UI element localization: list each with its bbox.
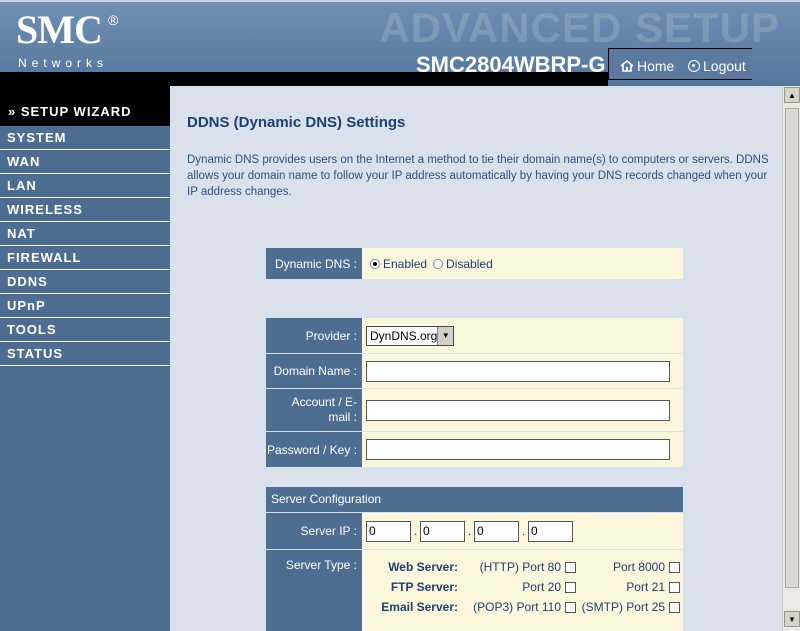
home-icon: [620, 59, 634, 72]
account-input[interactable]: [366, 399, 670, 421]
ftp-server-label: FTP Server:: [390, 580, 458, 594]
model-name: SMC2804WBRP-G: [416, 52, 606, 77]
server-ip-row: Server IP : . . .: [266, 513, 683, 549]
web-port-a: (HTTP) Port 80: [458, 560, 576, 574]
provider-cell: DynDNS.org ▼: [362, 318, 683, 353]
sidebar-item-setup-wizard[interactable]: » SETUP WIZARD: [0, 86, 170, 126]
home-label: Home: [637, 58, 675, 74]
email-port-b-label: (SMTP) Port 25: [581, 600, 665, 614]
sidebar-item-firewall[interactable]: FIREWALL: [0, 246, 170, 270]
ftp-port-a-checkbox[interactable]: [565, 581, 576, 593]
disabled-label: Disabled: [446, 256, 493, 271]
server-config-header: Server Configuration: [266, 487, 683, 512]
web-port-b-label: Port 8000: [612, 560, 665, 574]
domain-label: Domain Name :: [266, 354, 362, 388]
advanced-setup-banner: ADVANCED SETUP: [379, 4, 780, 51]
web-server-label: Web Server:: [388, 560, 458, 574]
account-label-line-1: Account / E-: [291, 395, 357, 409]
chevron-down-icon: ▼: [437, 326, 453, 345]
password-cell: [362, 432, 683, 467]
server-type-row: Server Type : Web Server: (HTTP) Port 80…: [266, 549, 683, 631]
sidebar-item-upnp[interactable]: UPnP: [0, 294, 170, 318]
provider-select[interactable]: DynDNS.org ▼: [366, 325, 454, 346]
web-port-a-checkbox[interactable]: [565, 561, 576, 573]
disabled-radio[interactable]: [433, 258, 444, 269]
page-description: Dynamic DNS provides users on the Intern…: [187, 154, 769, 198]
ip-dot: .: [467, 524, 472, 538]
web-port-a-label: (HTTP) Port 80: [479, 560, 561, 574]
registered-mark: ®: [108, 12, 119, 28]
ip-dot: .: [413, 524, 418, 538]
server-type-cell: Web Server: (HTTP) Port 80 Port 8000 FTP…: [362, 550, 683, 631]
email-port-a: (POP3) Port 110: [458, 600, 576, 614]
sidebar-item-lan[interactable]: LAN: [0, 174, 170, 198]
sidebar-item-status[interactable]: STATUS: [0, 342, 170, 366]
provider-row: Provider : DynDNS.org ▼: [266, 318, 683, 353]
account-label: Account / E- mail :: [266, 389, 362, 431]
sidebar: » SETUP WIZARD SYSTEM WAN LAN WIRELESS N…: [0, 86, 170, 631]
web-port-b-checkbox[interactable]: [669, 561, 680, 573]
sidebar-item-tools[interactable]: TOOLS: [0, 318, 170, 342]
server-ip-octet-4[interactable]: [528, 520, 573, 542]
provider-value: DynDNS.org: [370, 328, 438, 343]
sidebar-item-wireless[interactable]: WIRELESS: [0, 198, 170, 222]
logout-icon: [688, 60, 700, 72]
ftp-port-a-label: Port 20: [522, 580, 561, 594]
logout-link[interactable]: Logout: [688, 58, 746, 74]
sidebar-item-ddns[interactable]: DDNS: [0, 270, 170, 294]
main-content: DDNS (Dynamic DNS) Settings Dynamic DNS …: [170, 86, 782, 631]
home-link[interactable]: Home: [620, 58, 674, 74]
account-row: Account / E- mail :: [266, 388, 683, 431]
password-label: Password / Key :: [266, 432, 362, 467]
ip-dot: .: [521, 524, 526, 538]
enabled-radio[interactable]: [370, 258, 380, 269]
ftp-port-a: Port 20: [458, 580, 576, 594]
server-ip-octet-3[interactable]: [474, 520, 519, 542]
vertical-scrollbar[interactable]: ▲ ▼: [782, 86, 800, 631]
server-ip-octet-1[interactable]: [366, 520, 411, 542]
logout-label: Logout: [703, 58, 746, 74]
scroll-up-button[interactable]: ▲: [784, 87, 800, 103]
email-port-a-checkbox[interactable]: [565, 601, 576, 613]
sidebar-item-nat[interactable]: NAT: [0, 222, 170, 246]
scroll-thumb[interactable]: [785, 108, 799, 588]
domain-cell: [362, 354, 683, 388]
enabled-label: Enabled: [383, 256, 428, 271]
ddns-options: Enabled Disabled: [362, 248, 683, 279]
logo-subtitle: Networks: [18, 56, 109, 70]
domain-input[interactable]: [366, 360, 670, 382]
page-title: DDNS (Dynamic DNS) Settings: [187, 114, 406, 131]
domain-row: Domain Name :: [266, 353, 683, 388]
sidebar-item-system[interactable]: SYSTEM: [0, 126, 170, 150]
password-input[interactable]: [366, 439, 670, 460]
ddns-label: Dynamic DNS :: [266, 248, 362, 279]
account-cell: [362, 389, 683, 431]
smc-logo: SMC: [16, 7, 103, 52]
server-ip-label: Server IP :: [266, 513, 362, 549]
password-row: Password / Key :: [266, 431, 683, 467]
email-port-b-checkbox[interactable]: [669, 601, 680, 613]
header: SMC ® Networks ADVANCED SETUP SMC2804WBR…: [0, 0, 800, 88]
ftp-port-b-checkbox[interactable]: [669, 581, 680, 593]
email-port-a-label: (POP3) Port 110: [473, 600, 561, 614]
server-type-label: Server Type :: [266, 550, 362, 631]
sidebar-item-wan[interactable]: WAN: [0, 150, 170, 174]
email-port-b: (SMTP) Port 25: [576, 600, 680, 614]
ftp-port-b-label: Port 21: [626, 580, 665, 594]
ftp-port-b: Port 21: [576, 580, 680, 594]
server-ip-cell: . . .: [362, 513, 683, 549]
ddns-toggle-row: Dynamic DNS : Enabled Disabled: [266, 248, 683, 279]
account-label-line-2: mail :: [328, 410, 357, 424]
email-server-label: Email Server:: [381, 600, 458, 614]
provider-label: Provider :: [266, 318, 362, 353]
scroll-down-button[interactable]: ▼: [784, 611, 800, 627]
web-port-b: Port 8000: [576, 560, 680, 574]
server-ip-octet-2[interactable]: [420, 520, 465, 542]
server-type-grid: Web Server: (HTTP) Port 80 Port 8000 FTP…: [366, 550, 680, 614]
